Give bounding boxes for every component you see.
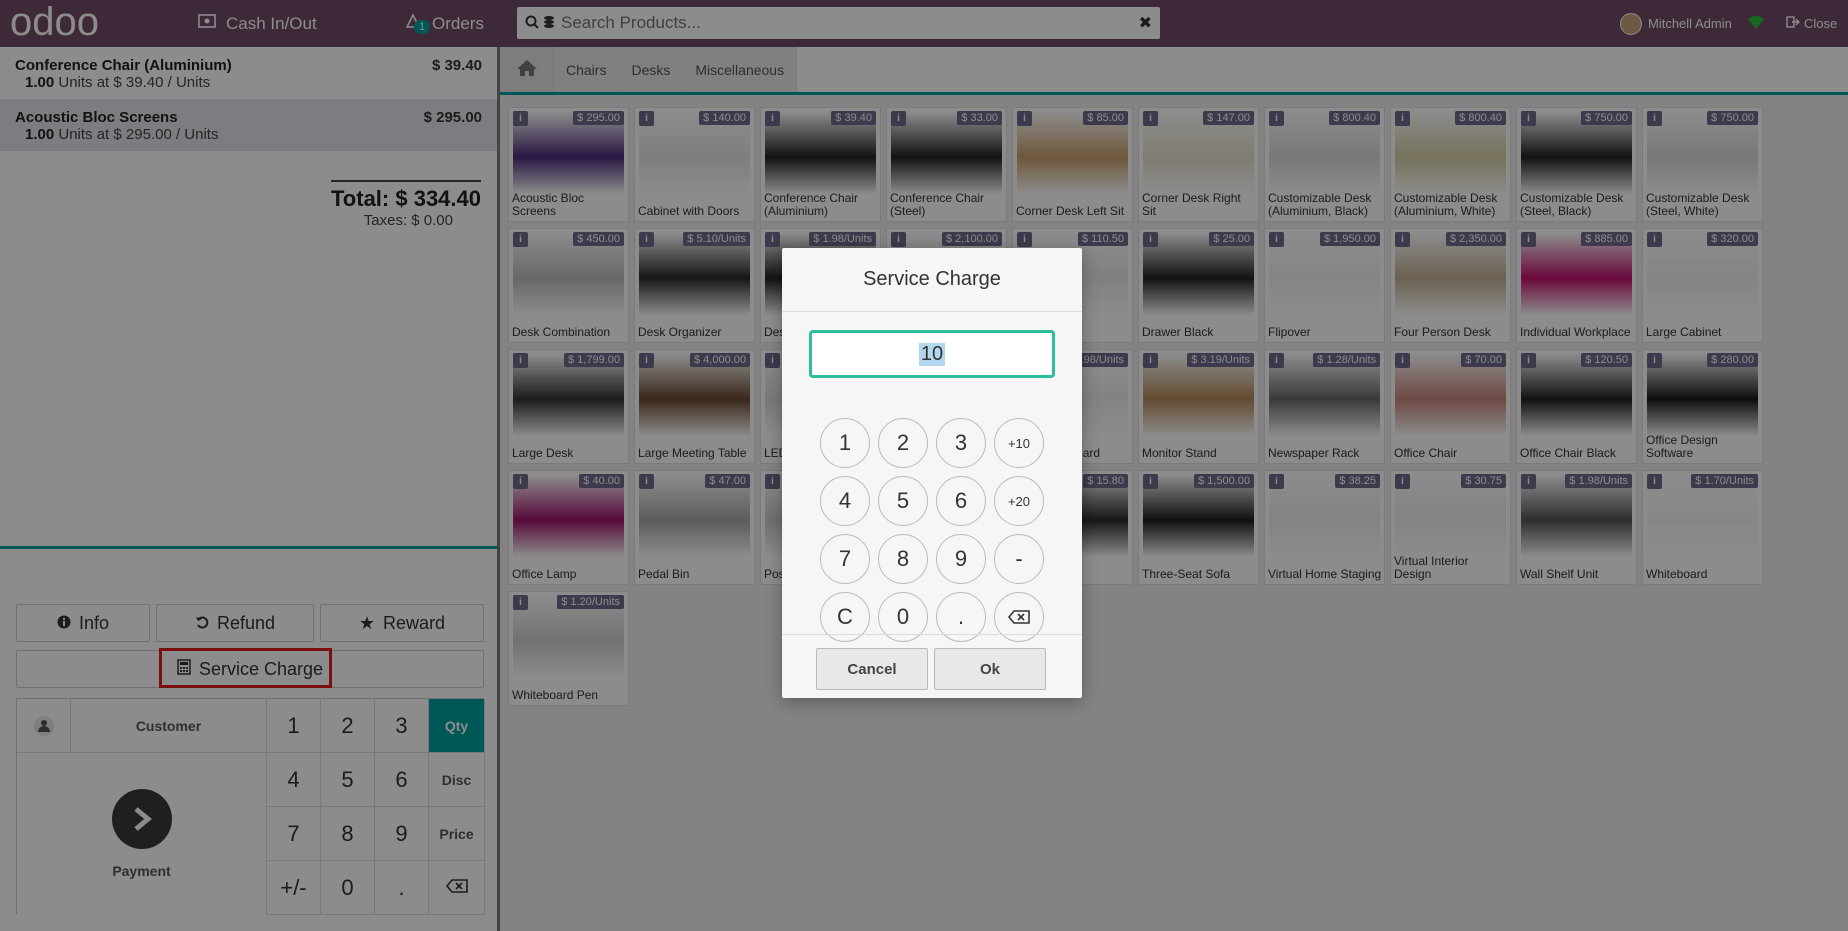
backspace-icon [1007, 604, 1030, 630]
dialog-footer: Cancel Ok [782, 634, 1082, 698]
dialog-key[interactable]: 3 [936, 418, 986, 468]
cancel-button[interactable]: Cancel [816, 648, 928, 690]
dialog-key[interactable]: 8 [878, 534, 928, 584]
dialog-key[interactable]: - [994, 534, 1044, 584]
dialog-key[interactable]: +20 [994, 476, 1044, 526]
service-charge-input[interactable]: 10 [809, 330, 1055, 378]
ok-button[interactable]: Ok [934, 648, 1046, 690]
dialog-key[interactable]: 5 [878, 476, 928, 526]
dialog-key[interactable]: 6 [936, 476, 986, 526]
dialog-key[interactable]: 9 [936, 534, 986, 584]
service-charge-dialog: Service Charge 10 1 2 3 +10 4 5 6 +20 7 8 9- C 0. Ca… [782, 248, 1082, 698]
dialog-key[interactable]: +10 [994, 418, 1044, 468]
service-charge-value: 10 [918, 342, 946, 366]
dialog-key[interactable]: 2 [878, 418, 928, 468]
dialog-title: Service Charge [782, 248, 1082, 312]
dialog-key[interactable]: 1 [820, 418, 870, 468]
dialog-key[interactable]: 7 [820, 534, 870, 584]
dialog-key[interactable]: 4 [820, 476, 870, 526]
